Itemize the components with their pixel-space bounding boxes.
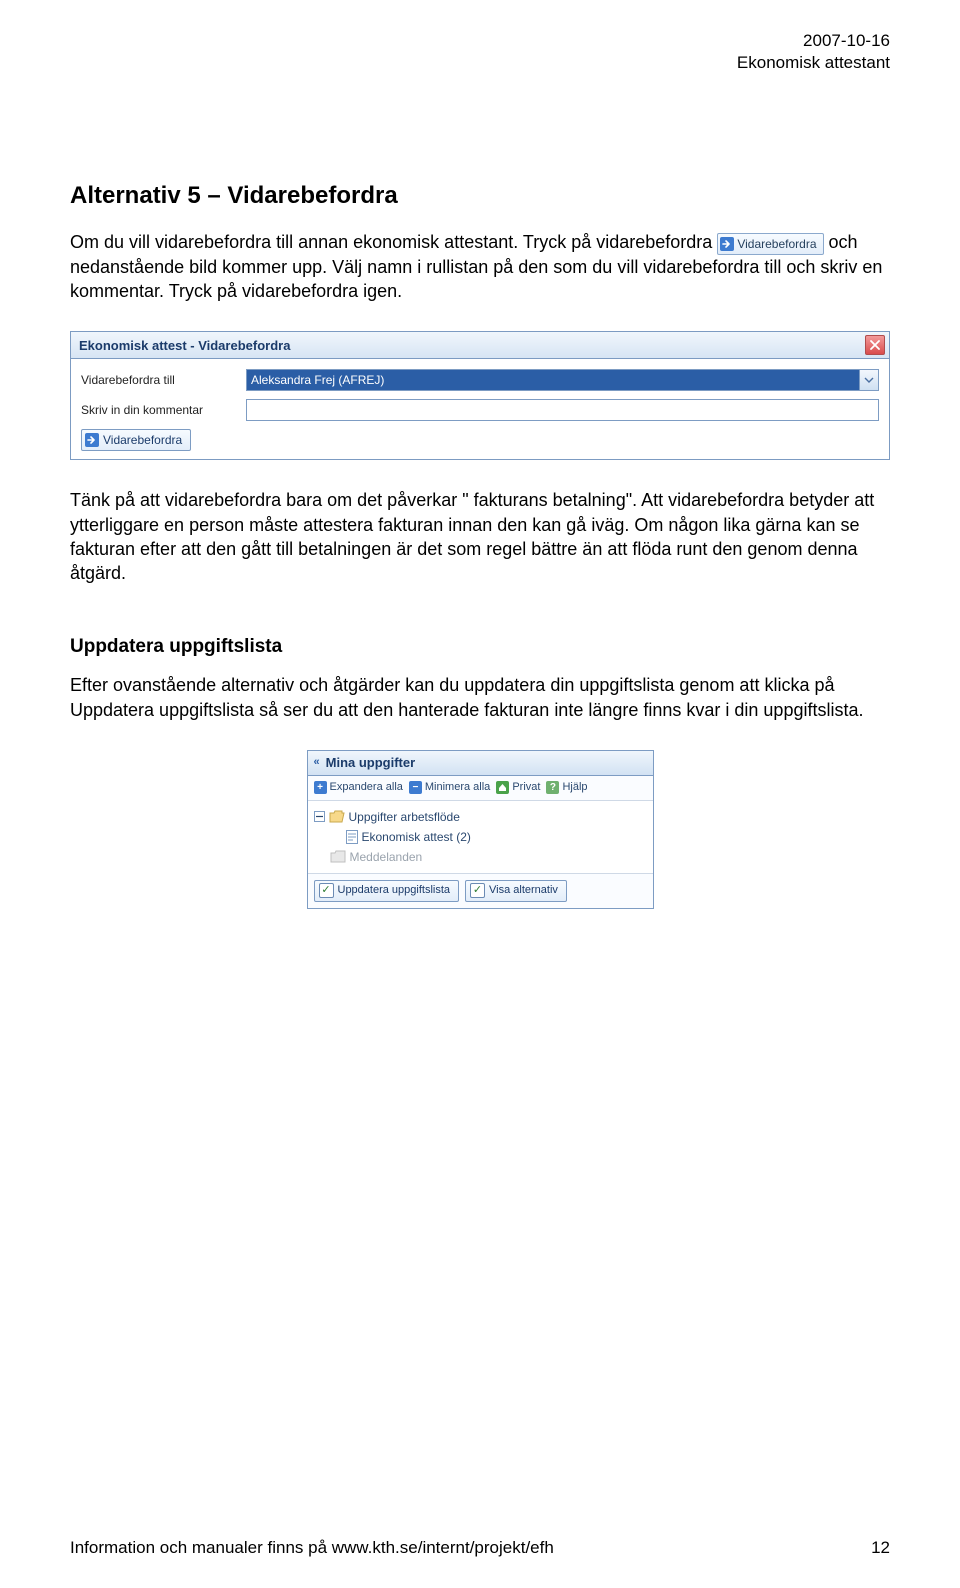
- tree-item-messages[interactable]: Meddelanden: [312, 847, 649, 867]
- page-footer: Information och manualer finns på www.kt…: [70, 1538, 890, 1558]
- private-button[interactable]: Privat: [496, 780, 540, 795]
- tree-item-attest[interactable]: Ekonomisk attest (2): [312, 827, 649, 847]
- dialog-actions: Vidarebefordra: [81, 429, 879, 451]
- tasks-panel: « Mina uppgifter + Expandera alla − Mini…: [307, 750, 654, 909]
- tasks-panel-header[interactable]: « Mina uppgifter: [308, 751, 653, 776]
- header-date: 2007-10-16: [737, 30, 890, 52]
- comment-input[interactable]: [246, 399, 879, 421]
- minimize-all-label: Minimera alla: [425, 780, 490, 795]
- sub-heading: Uppdatera uppgiftslista: [70, 634, 890, 660]
- comment-row: Skriv in din kommentar: [81, 399, 879, 421]
- forward-inline-button[interactable]: Vidarebefordra: [717, 233, 823, 255]
- intro-paragraph: Om du vill vidarebefordra till annan eko…: [70, 230, 890, 303]
- dialog-close-button[interactable]: [865, 335, 885, 355]
- plus-icon: +: [314, 781, 327, 794]
- minus-icon: −: [409, 781, 422, 794]
- footer-info: Information och manualer finns på www.kt…: [70, 1538, 554, 1558]
- forward-to-select[interactable]: Aleksandra Frej (AFREJ): [246, 369, 879, 391]
- document-icon: [346, 830, 358, 844]
- minimize-all-button[interactable]: − Minimera alla: [409, 780, 490, 795]
- expand-all-button[interactable]: + Expandera alla: [314, 780, 403, 795]
- chevron-down-icon: [864, 375, 874, 385]
- help-label: Hjälp: [562, 780, 587, 795]
- folder-icon: [330, 850, 346, 863]
- footer-page-number: 12: [871, 1538, 890, 1558]
- forward-arrow-icon: [720, 237, 734, 251]
- page-header: 2007-10-16 Ekonomisk attestant: [737, 30, 890, 74]
- help-button[interactable]: ? Hjälp: [546, 780, 587, 795]
- dialog-title-text: Ekonomisk attest - Vidarebefordra: [79, 337, 290, 355]
- update-tasklist-button[interactable]: ✓ Uppdatera uppgiftslista: [314, 880, 460, 902]
- folder-open-icon: [329, 810, 345, 823]
- dialog-body: Vidarebefordra till Aleksandra Frej (AFR…: [71, 359, 889, 459]
- show-alternatives-label: Visa alternativ: [489, 883, 558, 898]
- section-heading: Alternativ 5 – Vidarebefordra: [70, 180, 890, 212]
- tree-root-label: Uppgifter arbetsflöde: [349, 809, 460, 825]
- forward-button-label: Vidarebefordra: [103, 432, 182, 448]
- comment-label: Skriv in din kommentar: [81, 402, 246, 418]
- forward-arrow-icon: [85, 433, 99, 447]
- help-icon: ?: [546, 781, 559, 794]
- tasks-panel-toolbar: + Expandera alla − Minimera alla Privat: [308, 776, 653, 801]
- tasks-panel-title: Mina uppgifter: [326, 754, 416, 772]
- tree-item-messages-label: Meddelanden: [350, 849, 423, 865]
- forward-to-selected: Aleksandra Frej (AFREJ): [247, 370, 859, 390]
- intro-text-a: Om du vill vidarebefordra till annan eko…: [70, 232, 717, 252]
- forward-inline-button-label: Vidarebefordra: [737, 236, 816, 252]
- header-role: Ekonomisk attestant: [737, 52, 890, 74]
- expand-all-label: Expandera alla: [330, 780, 403, 795]
- show-alternatives-button[interactable]: ✓ Visa alternativ: [465, 880, 567, 902]
- update-paragraph: Efter ovanstående alternativ och åtgärde…: [70, 673, 890, 722]
- tasks-tree: Uppgifter arbetsflöde Ekonomisk attest (…: [308, 801, 653, 873]
- dialog-titlebar: Ekonomisk attest - Vidarebefordra: [71, 332, 889, 359]
- tree-item-attest-label: Ekonomisk attest (2): [362, 829, 471, 845]
- home-icon: [496, 781, 509, 794]
- forward-to-label: Vidarebefordra till: [81, 372, 246, 388]
- note-paragraph: Tänk på att vidarebefordra bara om det p…: [70, 488, 890, 585]
- private-label: Privat: [512, 780, 540, 795]
- chevron-left-icon: «: [314, 755, 320, 770]
- checkbox-checked-icon: ✓: [319, 883, 334, 898]
- tree-root[interactable]: Uppgifter arbetsflöde: [312, 807, 649, 827]
- side-panel-wrap: « Mina uppgifter + Expandera alla − Mini…: [70, 750, 890, 909]
- document-content: Alternativ 5 – Vidarebefordra Om du vill…: [70, 180, 890, 909]
- update-tasklist-label: Uppdatera uppgiftslista: [338, 883, 451, 898]
- close-icon: [870, 340, 880, 350]
- collapse-icon: [314, 811, 325, 822]
- forward-button[interactable]: Vidarebefordra: [81, 429, 191, 451]
- checkbox-checked-icon: ✓: [470, 883, 485, 898]
- select-arrow-button[interactable]: [859, 370, 878, 390]
- tasks-panel-bottom: ✓ Uppdatera uppgiftslista ✓ Visa alterna…: [308, 873, 653, 908]
- forward-dialog: Ekonomisk attest - Vidarebefordra Vidare…: [70, 331, 890, 460]
- forward-to-row: Vidarebefordra till Aleksandra Frej (AFR…: [81, 369, 879, 391]
